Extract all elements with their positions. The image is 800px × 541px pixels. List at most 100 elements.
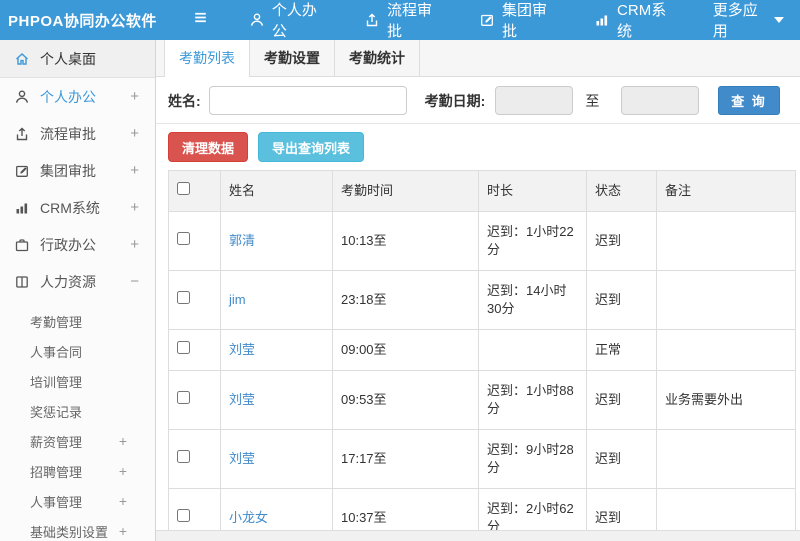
status-badge: 迟到 (586, 370, 657, 430)
expand-plus-icon: + (130, 125, 139, 142)
sidebar-item-label: 人力资源 (40, 273, 96, 290)
attendance-time-cell: 09:53至 (332, 370, 479, 430)
header-duration: 时长 (478, 170, 587, 212)
clear-data-button[interactable]: 清理数据 (168, 132, 249, 162)
sidebar-subitem-attendance-mgmt[interactable]: 考勤管理 (0, 306, 155, 336)
sidebar-item-group-approval[interactable]: 集团审批 + (0, 152, 155, 189)
employee-name-link[interactable]: 刘莹 (229, 392, 255, 407)
sidebar-item-label: 个人桌面 (40, 50, 96, 67)
sidebar-item-admin-office[interactable]: 行政办公 + (0, 226, 155, 263)
table-row: jim 23:18至 迟到：14小时30分 迟到 (168, 270, 796, 330)
table-row: 郭清 10:13至 迟到：1小时22分 迟到 (168, 211, 796, 271)
sidebar: 个人桌面 个人办公 + 流程审批 + 集团审批 + CRM系统 + 行政办公 +… (0, 40, 156, 541)
row-checkbox[interactable] (177, 232, 190, 245)
row-checkbox[interactable] (177, 509, 190, 522)
table-row: 刘莹 09:00至 正常 (168, 329, 796, 371)
note-cell (656, 270, 796, 330)
name-search-input[interactable] (208, 86, 407, 115)
header-checkbox-cell (168, 170, 221, 212)
sidebar-subitem-label: 招聘管理 (30, 464, 83, 480)
person-icon (14, 89, 30, 105)
status-badge: 迟到 (586, 270, 657, 330)
table-row: 刘莹 17:17至 迟到：9小时28分 迟到 (168, 429, 796, 489)
nav-item-personal-office[interactable]: 个人办公 (228, 0, 343, 40)
sidebar-subitem-label: 考勤管理 (30, 314, 83, 330)
sidebar-subitem-label: 培训管理 (30, 374, 83, 390)
sidebar-subitem-recruitment-mgmt[interactable]: 招聘管理 + (0, 456, 155, 486)
nav-item-more-apps[interactable]: 更多应用 (692, 0, 800, 40)
nav-item-group-approval[interactable]: 集团审批 (458, 0, 573, 40)
note-cell: 业务需要外出 (656, 370, 796, 430)
workflow-icon (14, 126, 30, 142)
nav-item-crm-system[interactable]: CRM系统 (573, 0, 692, 40)
duration-cell: 迟到：1小时88分 (478, 370, 587, 430)
note-cell (656, 329, 796, 371)
table-header-row: 姓名 考勤时间 时长 状态 备注 (168, 170, 796, 212)
tab-attendance-statistics[interactable]: 考勤统计 (335, 40, 420, 76)
sidebar-subitem-hr-contract[interactable]: 人事合同 (0, 336, 155, 366)
expand-plus-icon: + (130, 236, 139, 253)
edit-icon (479, 12, 495, 28)
sidebar-subitem-reward-punishment[interactable]: 奖惩记录 (0, 396, 155, 426)
hamburger-icon (192, 9, 209, 31)
select-all-checkbox[interactable] (177, 182, 190, 195)
query-button[interactable]: 查 询 (718, 86, 780, 115)
sidebar-subitem-label: 人事合同 (30, 344, 83, 360)
attendance-table: 姓名 考勤时间 时长 状态 备注 郭清 10:13至 迟到：1小时22分 迟到 (168, 170, 796, 541)
employee-name-link[interactable]: 郭清 (229, 233, 255, 248)
row-checkbox[interactable] (177, 341, 190, 354)
hamburger-menu-button[interactable] (188, 9, 214, 31)
briefcase-icon (14, 237, 30, 253)
workflow-icon (364, 12, 380, 28)
sidebar-subitem-training-mgmt[interactable]: 培训管理 (0, 366, 155, 396)
sidebar-item-human-resources[interactable]: 人力资源 − (0, 263, 155, 300)
name-label: 姓名: (168, 92, 201, 109)
top-navbar: PHPOA协同办公软件 个人办公 流程审批 集团审批 CRM系统 更多应用 (0, 0, 800, 40)
sidebar-subitem-label: 基础类别设置 (30, 524, 109, 540)
duration-cell: 迟到：1小时22分 (478, 211, 587, 271)
sidebar-subitem-personnel-mgmt[interactable]: 人事管理 + (0, 486, 155, 516)
nav-label: 流程审批 (386, 2, 432, 40)
date-to-input[interactable] (621, 86, 700, 115)
employee-name-link[interactable]: 刘莹 (229, 342, 255, 357)
sidebar-item-personal-desktop[interactable]: 个人桌面 (0, 40, 155, 78)
employee-name-link[interactable]: 刘莹 (229, 451, 255, 466)
search-form: 姓名: 考勤日期: 至 查 询 (156, 77, 800, 124)
header-name: 姓名 (220, 170, 333, 212)
chart-icon (14, 200, 30, 216)
row-checkbox[interactable] (177, 391, 190, 404)
nav-label: 个人办公 (271, 2, 317, 40)
header-note: 备注 (656, 170, 796, 212)
employee-name-link[interactable]: jim (229, 292, 246, 307)
nav-label: CRM系统 (617, 2, 667, 40)
header-attendance-time: 考勤时间 (332, 170, 479, 212)
sidebar-subitem-label: 薪资管理 (30, 434, 83, 450)
row-checkbox[interactable] (177, 450, 190, 463)
export-query-list-button[interactable]: 导出查询列表 (258, 132, 365, 162)
date-from-input[interactable] (495, 86, 574, 115)
book-icon (14, 274, 30, 290)
to-label: 至 (585, 92, 600, 109)
sidebar-item-crm-system[interactable]: CRM系统 + (0, 189, 155, 226)
horizontal-scrollbar-track (156, 530, 800, 541)
expand-plus-icon: + (130, 162, 139, 179)
nav-item-workflow-approval[interactable]: 流程审批 (343, 0, 458, 40)
tab-attendance-settings[interactable]: 考勤设置 (250, 40, 335, 76)
sidebar-item-label: 个人办公 (40, 88, 96, 105)
sidebar-item-personal-office[interactable]: 个人办公 + (0, 78, 155, 115)
sidebar-subitem-salary-mgmt[interactable]: 薪资管理 + (0, 426, 155, 456)
sidebar-subitem-label: 人事管理 (30, 494, 83, 510)
attendance-time-cell: 09:00至 (332, 329, 479, 371)
tab-attendance-list[interactable]: 考勤列表 (164, 40, 250, 77)
row-checkbox[interactable] (177, 291, 190, 304)
nav-label: 集团审批 (501, 2, 547, 40)
attendance-time-cell: 17:17至 (332, 429, 479, 489)
note-cell (656, 211, 796, 271)
sidebar-subitem-base-category-settings[interactable]: 基础类别设置 + (0, 516, 155, 541)
expand-plus-icon: + (118, 433, 127, 449)
edit-icon (14, 163, 30, 179)
app-window: PHPOA协同办公软件 个人办公 流程审批 集团审批 CRM系统 更多应用 个人… (0, 0, 800, 541)
attendance-date-label: 考勤日期: (424, 92, 486, 109)
sidebar-item-workflow-approval[interactable]: 流程审批 + (0, 115, 155, 152)
employee-name-link[interactable]: 小龙女 (229, 510, 268, 525)
